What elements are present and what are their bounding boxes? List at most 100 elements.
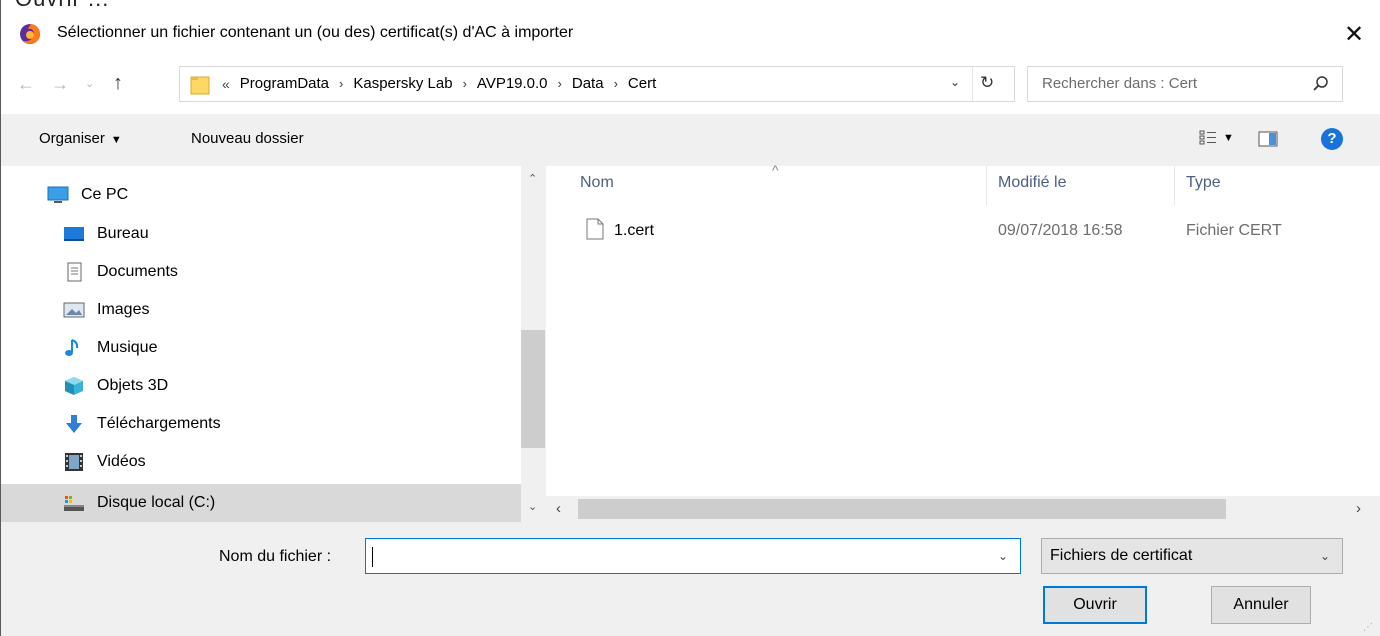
new-folder-button[interactable]: Nouveau dossier [191,130,304,147]
sidebar-item-label: Vidéos [97,453,146,470]
sidebar-item-label: Bureau [97,225,149,242]
file-open-dialog: Ouvrir ... Sélectionner un fichier conte… [0,0,1380,636]
text-cursor [372,547,373,567]
3d-objects-icon [65,377,83,395]
sidebar-item-label: Disque local (C:) [97,494,216,511]
file-icon [586,218,604,240]
file-row[interactable]: 1.cert 09/07/2018 16:58 Fichier CERT [566,214,1366,248]
help-icon[interactable]: ? [1321,128,1343,150]
organize-button[interactable]: Organiser ▼ [39,130,122,147]
music-icon [65,339,79,356]
search-box[interactable] [1027,66,1343,102]
sidebar-item-objets-3d[interactable]: Objets 3D [1,367,521,405]
navigation-scrollbar[interactable]: ⌃ ⌄ [521,166,546,522]
scroll-up-arrow-icon[interactable]: ⌃ [528,172,537,185]
breadcrumb-item-kaspersky-lab[interactable]: Kaspersky Lab [353,75,452,92]
organize-caret-icon: ▼ [110,134,122,146]
computer-icon [47,186,69,203]
sidebar-item-telechargements[interactable]: Téléchargements [1,405,521,443]
file-modified: 09/07/2018 16:58 [998,222,1123,239]
breadcrumb-item-avp[interactable]: AVP19.0.0 [477,75,548,92]
sidebar-item-label: Téléchargements [97,415,221,432]
organize-label: Organiser [39,130,105,147]
file-type-filter-value: Fichiers de certificat [1050,547,1193,564]
scroll-down-arrow-icon[interactable]: ⌄ [528,500,537,513]
filename-input[interactable] [372,546,972,564]
breadcrumb-overflow[interactable]: « [222,76,230,92]
recent-locations-chevron-icon[interactable]: ⌄ [85,77,94,90]
file-type: Fichier CERT [1186,222,1282,239]
sidebar-item-ce-pc[interactable]: Ce PC [1,176,521,214]
breadcrumb-item-cert[interactable]: Cert [628,75,656,92]
address-history-dropdown-icon[interactable]: ⌄ [950,75,960,89]
command-toolbar: Organiser ▼ Nouveau dossier ▼ ? [1,114,1380,166]
content-area: Ce PC Bureau Documents Images Musique Ob… [1,162,1380,522]
address-row: ← → ⌄ ↑ « ProgramData › Kaspersky Lab › … [1,56,1380,114]
refresh-icon[interactable]: ↻ [980,73,994,93]
sidebar-item-label: Documents [97,263,178,280]
scrollbar-thumb[interactable] [578,499,1226,519]
column-header-name[interactable]: Nom [580,174,614,192]
search-input[interactable] [1042,75,1302,92]
navigation-pane: Ce PC Bureau Documents Images Musique Ob… [1,166,546,522]
file-list-pane: ^ Nom Modifié le Type 1.cert 09/07/2018 … [546,162,1380,522]
preview-pane-icon[interactable] [1258,131,1278,147]
downloads-icon [66,415,82,433]
dialog-footer: Nom du fichier : ⌄ Fichiers de certifica… [1,522,1380,636]
close-button[interactable]: ✕ [1327,12,1380,56]
sidebar-item-label: Images [97,301,150,318]
title-bar: Sélectionner un fichier contenant un (ou… [1,12,1380,56]
local-disk-icon [64,496,84,511]
forward-arrow-icon[interactable]: → [51,74,69,95]
background-page-text: Ouvrir ... [15,0,109,12]
sidebar-item-documents[interactable]: Documents [1,253,521,291]
view-options-caret-icon[interactable]: ▼ [1223,132,1234,144]
scroll-right-arrow-icon[interactable]: › [1356,500,1361,517]
firefox-icon [20,24,40,44]
sidebar-item-musique[interactable]: Musique [1,329,521,367]
file-type-filter-select[interactable]: Fichiers de certificat ⌄ [1041,538,1343,574]
sidebar-item-disque-local[interactable]: Disque local (C:) [1,484,521,522]
back-arrow-icon[interactable]: ← [17,74,35,95]
breadcrumb-item-data[interactable]: Data [572,75,604,92]
filename-dropdown-icon[interactable]: ⌄ [998,549,1008,563]
breadcrumb-separator[interactable]: › [558,76,562,91]
breadcrumb-separator[interactable]: › [614,76,618,91]
scrollbar-thumb[interactable] [521,330,545,448]
column-header-type[interactable]: Type [1186,174,1221,192]
breadcrumb-separator[interactable]: › [339,76,343,91]
address-divider [972,67,973,101]
dialog-title: Sélectionner un fichier contenant un (ou… [57,24,574,41]
breadcrumb-separator[interactable]: › [463,76,467,91]
filename-combobox[interactable]: ⌄ [365,538,1021,574]
sidebar-item-images[interactable]: Images [1,291,521,329]
videos-icon [65,453,83,471]
sort-ascending-icon: ^ [772,162,779,178]
up-arrow-icon[interactable]: ↑ [113,72,123,95]
address-bar[interactable]: « ProgramData › Kaspersky Lab › AVP19.0.… [179,66,1015,102]
filename-label: Nom du fichier : [219,548,332,565]
folder-icon [190,76,210,95]
resize-grip-icon[interactable]: ⋰ [1363,622,1373,633]
documents-icon [67,262,82,282]
sidebar-item-label: Musique [97,339,158,356]
sidebar-item-videos[interactable]: Vidéos [1,443,521,481]
column-header-modified[interactable]: Modifié le [998,174,1066,192]
sidebar-item-label: Objets 3D [97,377,169,394]
background-page-strip: Ouvrir ... [1,0,1380,12]
sidebar-item-bureau[interactable]: Bureau [1,215,521,253]
breadcrumb: « ProgramData › Kaspersky Lab › AVP19.0.… [222,75,656,92]
breadcrumb-item-programdata[interactable]: ProgramData [240,75,329,92]
horizontal-scrollbar[interactable]: ‹ › [546,496,1380,522]
open-button[interactable]: Ouvrir [1043,586,1147,624]
file-name: 1.cert [614,222,655,239]
chevron-down-icon: ⌄ [1320,549,1331,563]
scroll-left-arrow-icon[interactable]: ‹ [556,500,561,517]
search-icon[interactable] [1312,75,1330,93]
desktop-icon [64,227,84,241]
images-icon [63,302,85,318]
column-divider[interactable] [1174,166,1175,206]
view-options-icon[interactable] [1199,130,1217,146]
cancel-button[interactable]: Annuler [1211,586,1311,624]
column-divider[interactable] [986,166,987,206]
